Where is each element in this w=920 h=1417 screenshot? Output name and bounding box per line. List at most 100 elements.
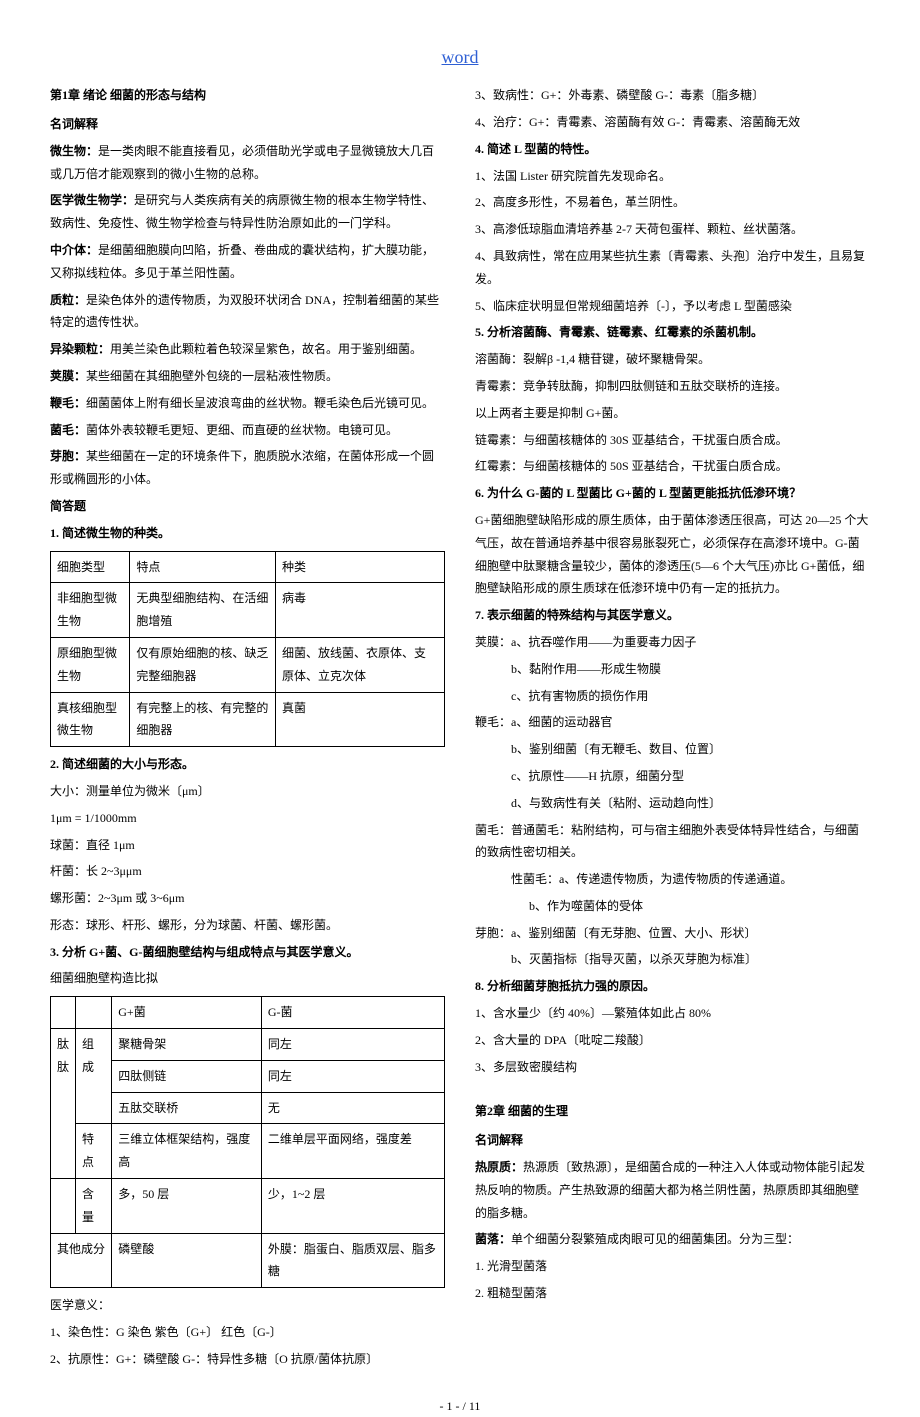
th: 细胞类型 [51, 551, 130, 583]
body-line: 杆菌：长 2~3μμm [50, 860, 445, 883]
body-line: 3、致病性：G+：外毒素、磷壁酸 G-：毒素〔脂多糖〕 [475, 84, 870, 107]
td: 三维立体框架结构，强度高 [112, 1124, 262, 1179]
term-body: 细菌菌体上附有细长呈波浪弯曲的丝状物。鞭毛染色后光镜可见。 [86, 396, 434, 410]
struct-item: a、抗吞噬作用——为重要毒力因子 [511, 635, 696, 649]
body-line: 4、具致病性，常在应用某些抗生素〔青霉素、头孢〕治疗中发生，且易复发。 [475, 245, 870, 291]
body-line: 1、法国 Lister 研究院首先发现命名。 [475, 165, 870, 188]
body-line: d、与致病性有关〔粘附、运动趋向性〕 [475, 792, 870, 815]
td: 非细胞型微生物 [51, 583, 130, 638]
term-def: 芽胞：某些细菌在一定的环境条件下，胞质脱水浓缩，在菌体形成一个圆形或椭圆形的小体… [50, 445, 445, 491]
term-def: 菌落：单个细菌分裂繁殖成肉眼可见的细菌集团。分为三型： [475, 1228, 870, 1251]
table-row: 其他成分磷壁酸外膜：脂蛋白、脂质双层、脂多糖 [51, 1233, 445, 1288]
table-row: 特点三维立体框架结构，强度高二维单层平面网络，强度差 [51, 1124, 445, 1179]
body-line: 3、多层致密膜结构 [475, 1056, 870, 1079]
term-name: 荚膜： [50, 369, 86, 383]
section-title-questions: 简答题 [50, 495, 445, 518]
body-line: 2、抗原性：G+：磷壁酸 G-：特异性多糖〔O 抗原/菌体抗原〕 [50, 1348, 445, 1371]
body-line: 荚膜：a、抗吞噬作用——为重要毒力因子 [475, 631, 870, 654]
chapter-title: 第1章 绪论 细菌的形态与结构 [50, 84, 445, 107]
body-line: 链霉素：与细菌核糖体的 30S 亚基结合，干扰蛋白质合成。 [475, 429, 870, 452]
term-def: 菌毛：菌体外表较鞭毛更短、更细、而直硬的丝状物。电镜可见。 [50, 419, 445, 442]
td: 真菌 [276, 692, 445, 747]
content-columns: 第1章 绪论 细菌的形态与结构 名词解释 微生物：是一类肉眼不能直接看见，必须借… [50, 84, 870, 1374]
body-line: c、抗原性——H 抗原，细菌分型 [475, 765, 870, 788]
td: 含量 [76, 1179, 112, 1234]
td: 有完整上的核、有完整的细胞器 [130, 692, 276, 747]
td: 病毒 [276, 583, 445, 638]
term-body: 是一类肉眼不能直接看见，必须借助光学或电子显微镜放大几百或几万倍才能观察到的微小… [50, 144, 434, 181]
struct-item: a、细菌的运动器官 [511, 715, 612, 729]
cell-wall-table: G+菌G-菌 肽肽组成聚糖骨架同左 四肽侧链同左 五肽交联桥无 特点三维立体框架… [50, 996, 445, 1288]
table-row: 细胞类型特点种类 [51, 551, 445, 583]
spacer [475, 1082, 870, 1100]
question-title: 5. 分析溶菌酶、青霉素、链霉素、红霉素的杀菌机制。 [475, 321, 870, 344]
td: 五肽交联桥 [112, 1092, 262, 1124]
section-title-terms: 名词解释 [475, 1129, 870, 1152]
td: 仅有原始细胞的核、缺乏完整细胞器 [130, 637, 276, 692]
body-line: 2、高度多形性，不易着色，革兰阴性。 [475, 191, 870, 214]
body-line: 3、高渗低琼脂血清培养基 2-7 天荷包蛋样、颗粒、丝状菌落。 [475, 218, 870, 241]
term-def: 医学微生物学：是研究与人类疾病有关的病原微生物的根本生物学特性、致病性、免疫性、… [50, 189, 445, 235]
body-line: 1μm = 1/1000mm [50, 807, 445, 830]
body-line: 芽胞：a、鉴别细菌〔有无芽胞、位置、大小、形状〕 [475, 922, 870, 945]
left-column: 第1章 绪论 细菌的形态与结构 名词解释 微生物：是一类肉眼不能直接看见，必须借… [50, 84, 445, 1374]
td [51, 997, 76, 1029]
question-title: 2. 简述细菌的大小与形态。 [50, 753, 445, 776]
question-title: 3. 分析 G+菌、G-菌细胞壁结构与组成特点与其医学意义。 [50, 941, 445, 964]
term-body: 某些细菌在一定的环境条件下，胞质脱水浓缩，在菌体形成一个圆形或椭圆形的小体。 [50, 449, 434, 486]
term-def: 鞭毛：细菌菌体上附有细长呈波浪弯曲的丝状物。鞭毛染色后光镜可见。 [50, 392, 445, 415]
question-title: 7. 表示细菌的特殊结构与其医学意义。 [475, 604, 870, 627]
body-line: G+菌细胞壁缺陷形成的原生质体，由于菌体渗透压很高，可达 20—25 个大气压，… [475, 509, 870, 600]
body-line: b、灭菌指标〔指导灭菌，以杀灭芽胞为标准〕 [475, 948, 870, 971]
term-body: 某些细菌在其细胞壁外包绕的一层粘液性物质。 [86, 369, 338, 383]
td: 无典型细胞结构、在活细胞增殖 [130, 583, 276, 638]
table-row: 非细胞型微生物无典型细胞结构、在活细胞增殖病毒 [51, 583, 445, 638]
question-title: 8. 分析细菌芽胞抵抗力强的原因。 [475, 975, 870, 998]
body-line: 1、染色性：G 染色 紫色〔G+〕 红色〔G-〕 [50, 1321, 445, 1344]
body-line: c、抗有害物质的损伤作用 [475, 685, 870, 708]
term-def: 质粒：是染色体外的遗传物质，为双股环状闭合 DNA，控制着细菌的某些特定的遗传性… [50, 289, 445, 335]
body-line: 大小：测量单位为微米〔μm〕 [50, 780, 445, 803]
td: 特点 [76, 1124, 112, 1179]
term-name: 医学微生物学： [50, 193, 134, 207]
body-line: 5、临床症状明显但常规细菌培养〔-〕，予以考虑 L 型菌感染 [475, 295, 870, 318]
body-line: 螺形菌：2~3μm 或 3~6μm [50, 887, 445, 910]
section-title-terms: 名词解释 [50, 113, 445, 136]
td [76, 997, 112, 1029]
body-line: 鞭毛：a、细菌的运动器官 [475, 711, 870, 734]
table-row: 真核细胞型微生物有完整上的核、有完整的细胞器真菌 [51, 692, 445, 747]
table-row: 原细胞型微生物仅有原始细胞的核、缺乏完整细胞器细菌、放线菌、衣原体、支原体、立克… [51, 637, 445, 692]
body-line: b、鉴别细菌〔有无鞭毛、数目、位置〕 [475, 738, 870, 761]
question-title: 6. 为什么 G-菌的 L 型菌比 G+菌的 L 型菌更能抵抗低渗环境？ [475, 482, 870, 505]
td: 肽肽 [51, 1029, 76, 1179]
term-body: 用美兰染色此颗粒着色较深呈紫色，故名。用于鉴别细菌。 [110, 342, 422, 356]
term-body: 是细菌细胞膜向凹陷，折叠、卷曲成的囊状结构，扩大膜功能，又称拟线粒体。多见于革兰… [50, 243, 434, 280]
term-name: 微生物： [50, 144, 98, 158]
body-line: 细菌细胞壁构造比拟 [50, 967, 445, 990]
right-column: 3、致病性：G+：外毒素、磷壁酸 G-：毒素〔脂多糖〕 4、治疗：G+：青霉素、… [475, 84, 870, 1374]
struct-name: 鞭毛： [475, 715, 511, 729]
th: 特点 [130, 551, 276, 583]
question-title: 4. 简述 L 型菌的特性。 [475, 138, 870, 161]
td: 多，50 层 [112, 1179, 262, 1234]
term-body: 菌体外表较鞭毛更短、更细、而直硬的丝状物。电镜可见。 [86, 423, 398, 437]
term-name: 鞭毛： [50, 396, 86, 410]
term-def: 异染颗粒：用美兰染色此颗粒着色较深呈紫色，故名。用于鉴别细菌。 [50, 338, 445, 361]
term-def: 微生物：是一类肉眼不能直接看见，必须借助光学或电子显微镜放大几百或几万倍才能观察… [50, 140, 445, 186]
term-body: 是染色体外的遗传物质，为双股环状闭合 DNA，控制着细菌的某些特定的遗传性状。 [50, 293, 439, 330]
td: 无 [261, 1092, 444, 1124]
body-line: 溶菌酶：裂解β -1,4 糖苷键，破坏聚糖骨架。 [475, 348, 870, 371]
td: 二维单层平面网络，强度差 [261, 1124, 444, 1179]
table-row: G+菌G-菌 [51, 997, 445, 1029]
term-body: 单个细菌分裂繁殖成肉眼可见的细菌集团。分为三型： [511, 1232, 799, 1246]
body-line: 性菌毛：a、传递遗传物质，为遗传物质的传递通道。 [475, 868, 870, 891]
page-footer: - 1 - / 11 [50, 1395, 870, 1417]
struct-name: 荚膜： [475, 635, 511, 649]
td: G+菌 [112, 997, 262, 1029]
td: 原细胞型微生物 [51, 637, 130, 692]
td: 同左 [261, 1060, 444, 1092]
td: 少，1~2 层 [261, 1179, 444, 1234]
td: G-菌 [261, 997, 444, 1029]
td: 细菌、放线菌、衣原体、支原体、立克次体 [276, 637, 445, 692]
body-line: 青霉素：竞争转肽酶，抑制四肽侧链和五肽交联桥的连接。 [475, 375, 870, 398]
